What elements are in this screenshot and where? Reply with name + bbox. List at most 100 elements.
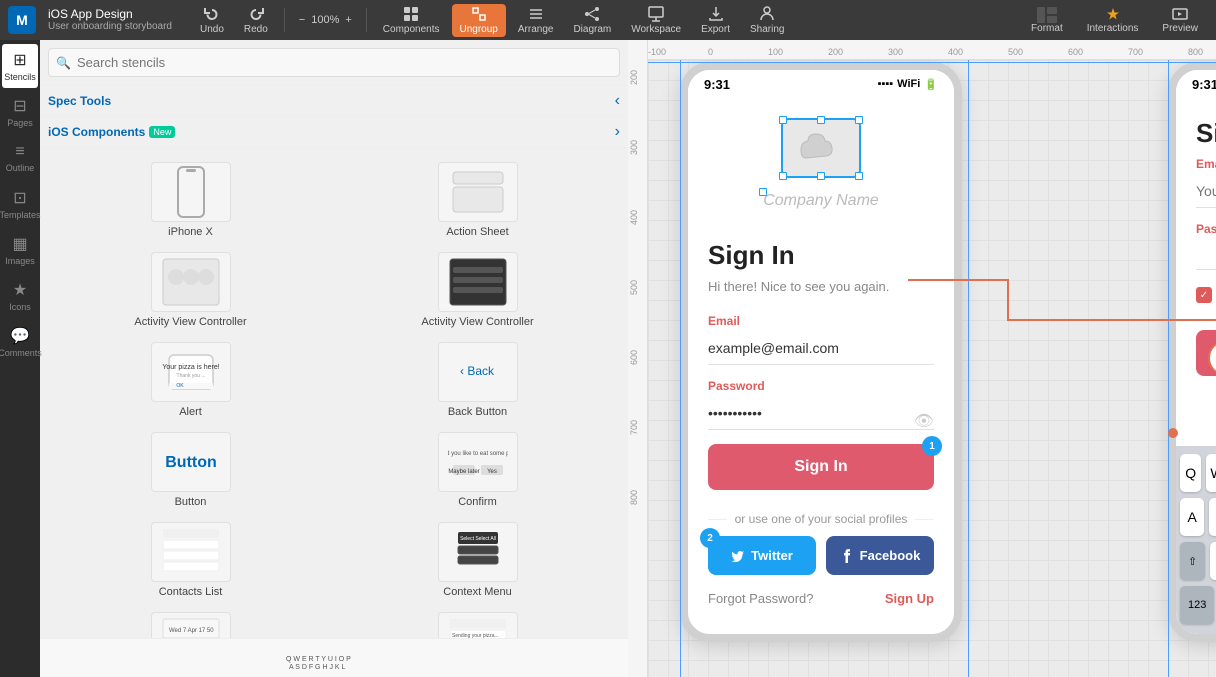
signup-email-input[interactable] — [1196, 175, 1216, 208]
svg-text:Would you like to eat some piz: Would you like to eat some pizza? — [448, 451, 508, 457]
password-wrap: 👁 — [708, 397, 934, 444]
spec-tools-toggle[interactable]: ‹ — [615, 92, 620, 110]
toolbar: M iOS App Design User onboarding storybo… — [0, 0, 1216, 40]
stencil-back-button[interactable]: ‹ Back Back Button — [335, 336, 620, 424]
separator2 — [366, 8, 367, 32]
handle-tr[interactable] — [855, 116, 863, 124]
signup-password-field[interactable] — [1196, 240, 1216, 270]
interactions-button[interactable]: Interactions — [1077, 5, 1149, 36]
keyboard-row-bottom: 123 🙂 🎤 space return — [1180, 586, 1216, 624]
status-bar-2: 9:31 ▪▪▪▪ WiFi 🔋 — [1176, 70, 1216, 98]
signin-title: Sign In — [708, 240, 934, 271]
signin-button[interactable]: Sign In — [708, 444, 934, 490]
cloud-icon — [796, 128, 846, 168]
preview-button[interactable]: Preview — [1152, 5, 1208, 36]
stencil-label-iphone: iPhone X — [168, 226, 213, 238]
phone-frame-signin: 9:31 ▪▪▪▪ WiFi 🔋 — [680, 62, 962, 642]
stencil-label-confirm: Confirm — [458, 496, 497, 508]
redo-button[interactable]: Redo — [236, 4, 276, 37]
spec-tools-label: Spec Tools — [48, 94, 111, 108]
diagram-button[interactable]: Diagram — [565, 4, 619, 37]
facebook-button[interactable]: Facebook — [826, 536, 934, 575]
forgot-password-link[interactable]: Forgot Password? — [708, 591, 814, 606]
eye-icon[interactable]: 👁 — [914, 411, 934, 431]
stencil-thumb-button: Button — [151, 432, 231, 492]
password-input[interactable] — [708, 397, 934, 430]
svg-text:Maybe later: Maybe later — [448, 469, 479, 475]
signin-btn-wrap: Sign In 1 — [708, 444, 934, 504]
status-icons-1: ▪▪▪▪ WiFi 🔋 — [878, 78, 938, 91]
sidebar-item-icons[interactable]: ★ Icons — [2, 274, 38, 318]
right-toolbar: Format Interactions Preview — [1021, 5, 1208, 36]
sidebar-item-comments[interactable]: 💬 Comments — [2, 320, 38, 364]
export-button[interactable]: Export — [693, 4, 738, 37]
stencil-alert[interactable]: Your pizza is here!Thank you ...OK Alert — [48, 336, 333, 424]
handle-bl[interactable] — [779, 172, 787, 180]
text-handle[interactable] — [759, 188, 767, 196]
canvas-area[interactable]: -100 0 100 200 300 400 500 600 700 800 9… — [628, 40, 1216, 677]
svg-text:‹ Back: ‹ Back — [460, 364, 495, 378]
handle-bm[interactable] — [817, 172, 825, 180]
phone-screen-signin: 9:31 ▪▪▪▪ WiFi 🔋 — [688, 70, 954, 634]
search-icon: 🔍 — [56, 56, 71, 70]
new-badge: New — [149, 126, 175, 138]
arrange-button[interactable]: Arrange — [510, 4, 562, 37]
key-s[interactable]: S — [1209, 498, 1216, 536]
zoom-plus[interactable]: + — [345, 14, 351, 26]
stencil-button[interactable]: Button Button — [48, 426, 333, 514]
key-w[interactable]: W — [1206, 454, 1216, 492]
stencil-contacts-list[interactable]: Contacts List — [48, 516, 333, 604]
stencil-confirm[interactable]: Maybe laterYesWould you like to eat some… — [335, 426, 620, 514]
logo-cloud-box[interactable] — [781, 118, 861, 178]
sidebar-icons: ⊞ Stencils ⊟ Pages ≡ Outline ⊡ Templates… — [0, 40, 40, 677]
stencil-iphone-x[interactable]: iPhone X — [48, 156, 333, 244]
key-z[interactable]: Z — [1210, 542, 1216, 580]
sidebar-item-outline[interactable]: ≡ Outline — [2, 136, 38, 180]
stencil-email-inbox[interactable]: Sending your pizza... Email Inbox — [335, 606, 620, 638]
key-shift[interactable]: ⇧ — [1180, 542, 1205, 580]
ungroup-button[interactable]: Ungroup — [452, 4, 506, 37]
sidebar-item-images[interactable]: ▦ Images — [2, 228, 38, 272]
ios-components-section: iOS Components New › — [40, 117, 628, 148]
stencil-action-sheet[interactable]: Action Sheet — [335, 156, 620, 244]
sidebar-item-templates[interactable]: ⊡ Templates — [2, 182, 38, 226]
svg-text:Select Select All: Select Select All — [460, 536, 496, 542]
undo-button[interactable]: Undo — [192, 4, 232, 37]
key-a[interactable]: A — [1180, 498, 1204, 536]
keyboard-preview-svg: Q W E R T Y U I O P A S D F G H J K L — [284, 643, 384, 673]
stencil-thumb-activity2 — [438, 252, 518, 312]
email-input[interactable] — [708, 332, 934, 365]
stencil-activity-1[interactable]: Activity View Controller — [48, 246, 333, 334]
terms-checkbox[interactable]: ✓ — [1196, 287, 1212, 303]
key-q[interactable]: Q — [1180, 454, 1201, 492]
handle-tm[interactable] — [817, 116, 825, 124]
keyboard-row-1: Q W E R T Y U I O P — [1180, 454, 1216, 492]
stencil-label-alert: Alert — [179, 406, 202, 418]
status-bar-1: 9:31 ▪▪▪▪ WiFi 🔋 — [688, 70, 954, 98]
guide-v1 — [680, 40, 681, 677]
handle-br[interactable] — [855, 172, 863, 180]
stencil-context-menu[interactable]: Select Select All Context Menu — [335, 516, 620, 604]
components-button[interactable]: Components — [375, 4, 448, 37]
signup-link[interactable]: Sign Up — [885, 591, 934, 606]
status-time-2: 9:31 — [1192, 77, 1216, 92]
handle-tl[interactable] — [779, 116, 787, 124]
svg-text:A S D F G H J K L: A S D F G H J K L — [289, 664, 346, 671]
zoom-controls: − 100% + — [293, 14, 358, 26]
stencil-date-picker[interactable]: Wed 7 Apr 17 50 Date Picker — [48, 606, 333, 638]
ios-components-label-wrap: iOS Components New — [48, 125, 175, 139]
svg-text:OK: OK — [176, 383, 184, 389]
sidebar-item-pages[interactable]: ⊟ Pages — [2, 90, 38, 134]
ios-toggle[interactable]: › — [615, 123, 620, 141]
format-button[interactable]: Format — [1021, 5, 1073, 36]
twitter-button[interactable]: Twitter — [708, 536, 816, 575]
sidebar-item-stencils[interactable]: ⊞ Stencils — [2, 44, 38, 88]
key-numbers[interactable]: 123 — [1180, 586, 1214, 624]
zoom-minus[interactable]: − — [299, 14, 305, 26]
spec-tools-section: Spec Tools ‹ — [40, 86, 628, 117]
terms-row: ✓ I agree to the Terms of Services and P… — [1196, 286, 1216, 314]
sharing-button[interactable]: Sharing — [742, 4, 792, 37]
workspace-button[interactable]: Workspace — [623, 4, 689, 37]
search-input[interactable] — [48, 48, 620, 77]
stencil-activity-2[interactable]: Activity View Controller — [335, 246, 620, 334]
